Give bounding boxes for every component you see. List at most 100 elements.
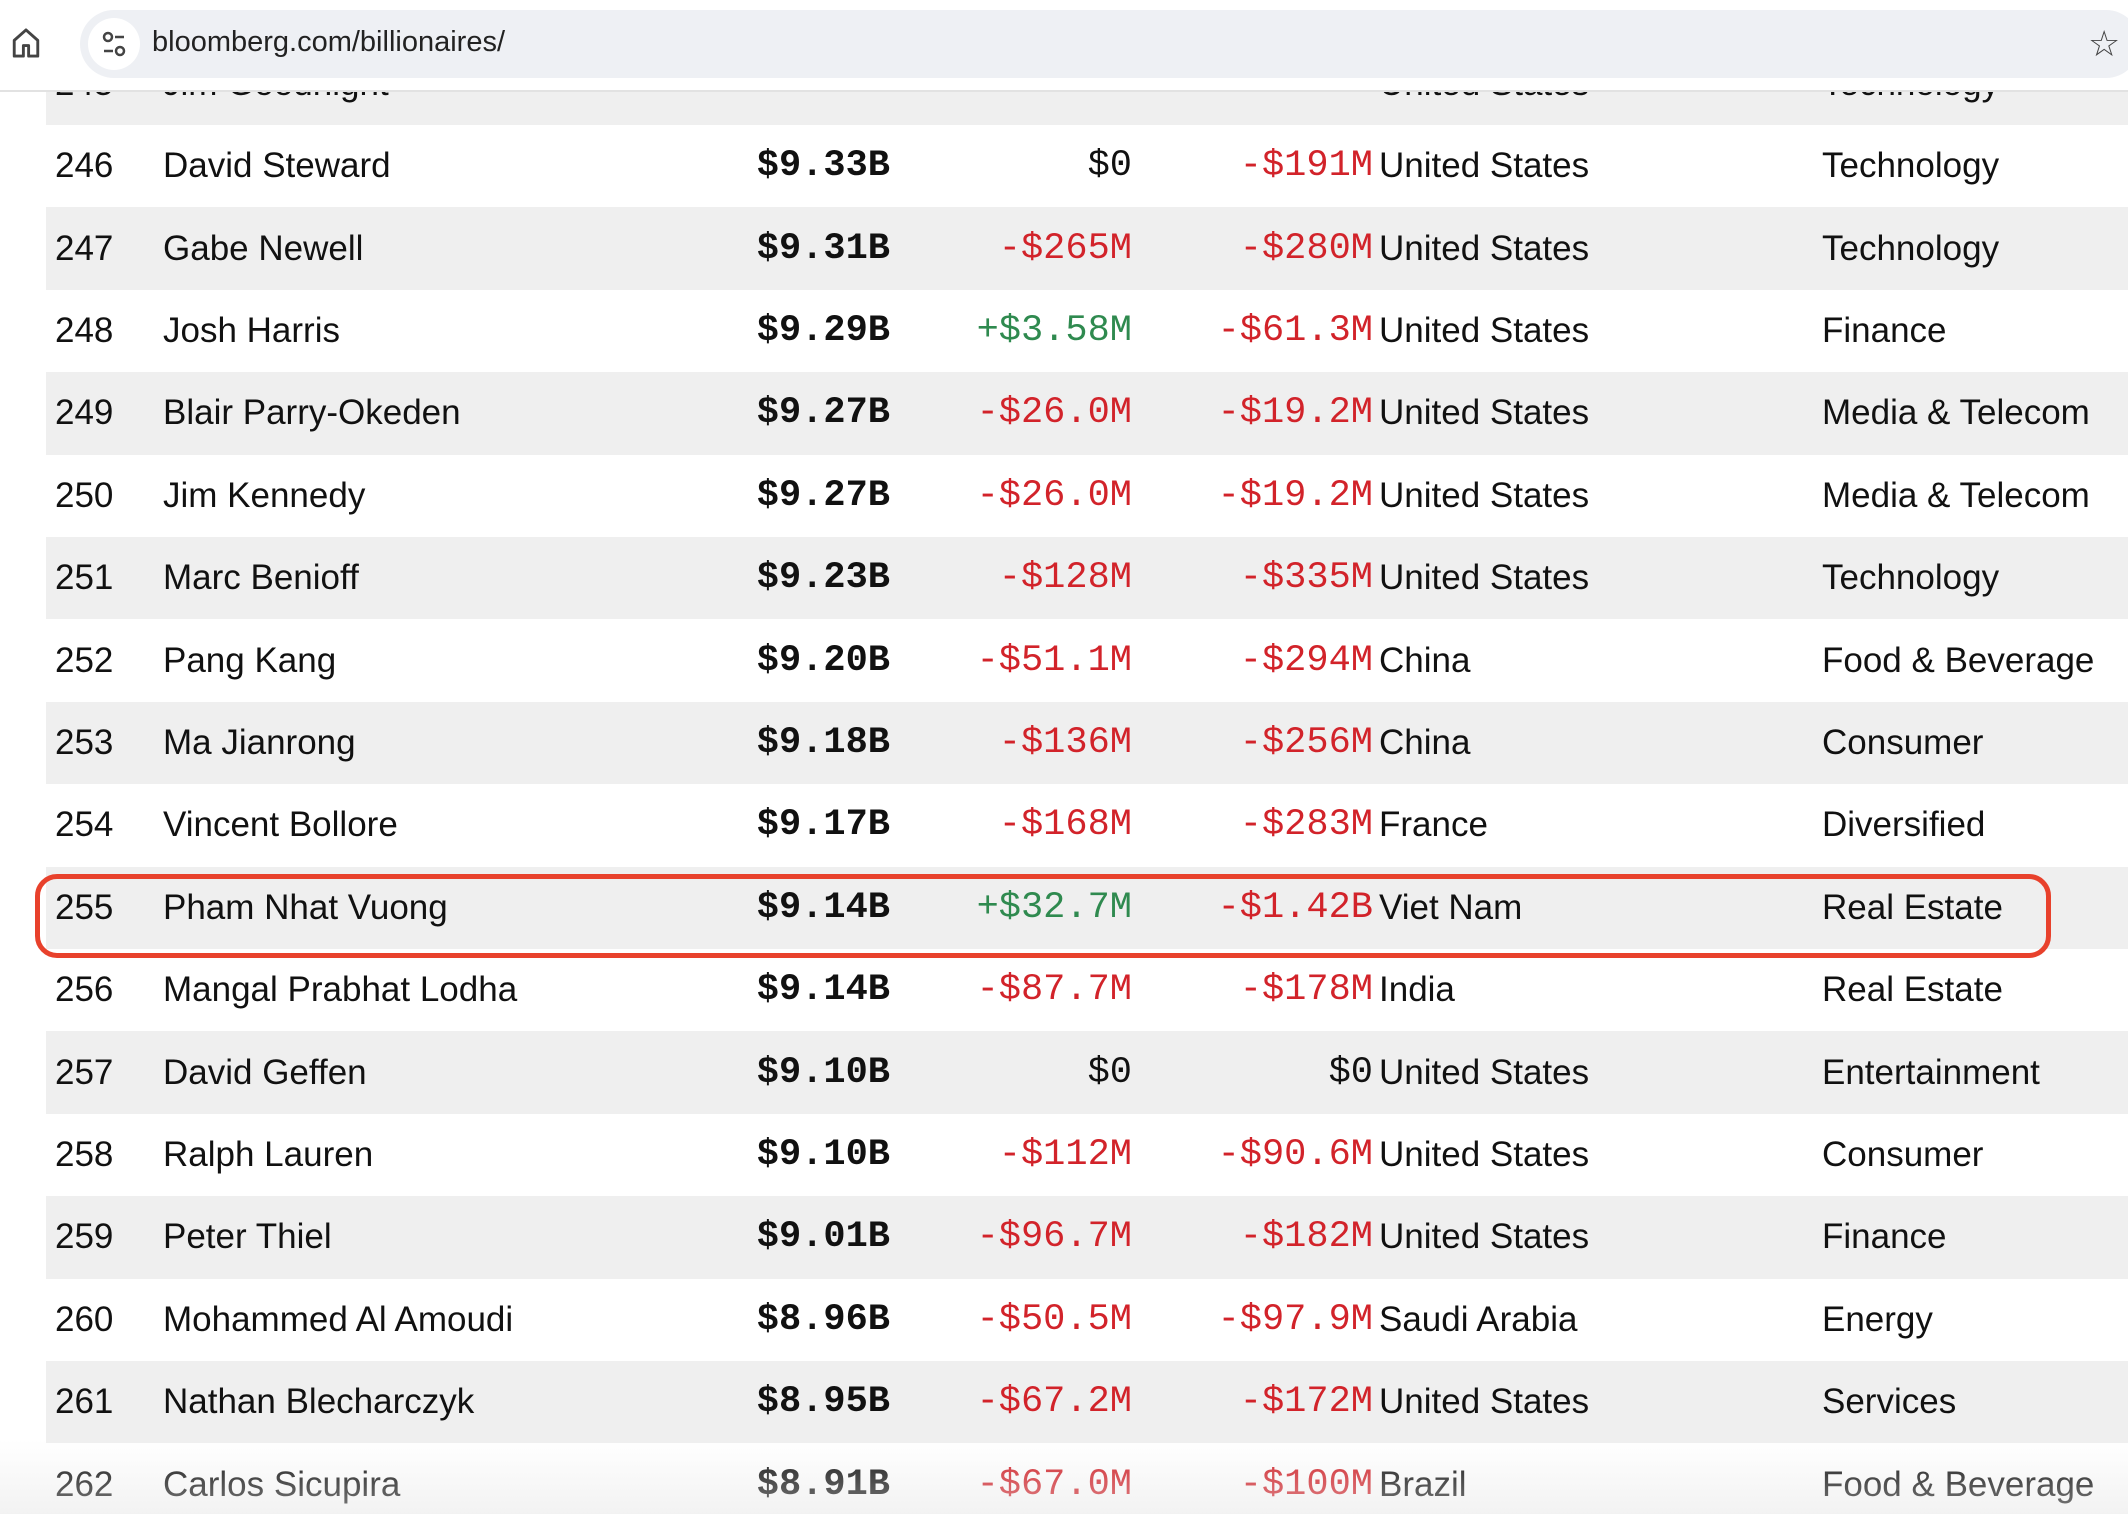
cell-ytd: -$182M [1239,1216,1373,1259]
table-row[interactable]: 248 Josh Harris $9.29B +$3.58M -$61.3M United… [46,290,2128,372]
cell-worth: $9.27B [756,392,890,435]
browser-toolbar: bloomberg.com/billionaires/ ☆ [0,0,2128,92]
cell-industry: Consumer [1822,722,1984,762]
cell-name[interactable]: Ma Jianrong [163,723,356,763]
cell-change: -$67.0M [976,1463,1132,1506]
cell-industry: Media & Telecom [1822,393,2090,433]
table-row[interactable]: 250 Jim Kennedy $9.27B -$26.0M -$19.2M United… [46,455,2128,537]
cell-name[interactable]: Mohammed Al Amoudi [163,1300,513,1340]
cell-country: United States [1379,1217,1590,1257]
cell-change: -$136M [998,721,1132,764]
site-settings-icon[interactable] [88,18,140,70]
table-row[interactable]: 249 Blair Parry-Okeden $9.27B -$26.0M -$19.2… [46,372,2128,455]
table-row[interactable]: 262 Carlos Sicupira $8.91B -$67.0M -$100M Bra… [46,1443,2128,1525]
table-row[interactable]: 260 Mohammed Al Amoudi $8.96B -$50.5M -$97.9… [46,1279,2128,1361]
cell-name[interactable]: Jim Kennedy [163,476,365,516]
cell-country: India [1379,970,1455,1010]
cell-name[interactable]: Mangal Prabhat Lodha [163,970,517,1010]
cell-ytd: $0 [1328,1051,1373,1094]
cell-name[interactable]: Pang Kang [163,641,336,681]
cell-rank: 259 [55,1217,114,1257]
cell-country: United States [1379,146,1590,186]
cell-rank: 253 [55,722,114,762]
cell-change: -$50.5M [976,1298,1132,1341]
cell-worth: $9.01B [756,1216,890,1259]
cell-ytd: -$100M [1239,1463,1373,1506]
cell-worth: $9.27B [756,474,890,517]
cell-worth: $9.17B [756,804,890,847]
cell-rank: 262 [55,1464,114,1504]
cell-rank: 260 [55,1299,114,1339]
cell-country: Saudi Arabia [1379,1299,1578,1339]
cell-name[interactable]: Marc Benioff [163,558,359,598]
cell-change: -$67.2M [976,1381,1132,1424]
cell-rank: 251 [55,558,114,598]
cell-industry: Consumer [1822,1134,1984,1174]
table-row[interactable]: 254 Vincent Bollore $9.17B -$168M -$283M Fran… [46,784,2128,866]
cell-country: United States [1379,475,1590,515]
cell-name[interactable]: David Geffen [163,1053,367,1093]
cell-country: United States [1379,1052,1590,1092]
cell-industry: Food & Beverage [1822,640,2095,680]
table-row[interactable]: 252 Pang Kang $9.20B -$51.1M -$294M China Food… [46,619,2128,701]
cell-name[interactable]: Blair Parry-Okeden [163,393,461,433]
cell-change: -$168M [998,804,1132,847]
cell-name[interactable]: Ralph Lauren [163,1135,373,1175]
cell-name[interactable]: Gabe Newell [163,229,363,269]
cell-industry: Technology [1822,558,2000,598]
cell-change: -$26.0M [976,392,1132,435]
table-row[interactable]: 253 Ma Jianrong $9.18B -$136M -$256M China Con… [46,701,2128,785]
table-row[interactable]: 251 Marc Benioff $9.23B -$128M -$335M United … [46,537,2128,620]
cell-name[interactable]: Carlos Sicupira [163,1465,400,1505]
home-icon[interactable] [10,26,42,60]
cell-rank: 249 [55,393,114,433]
cell-name[interactable]: Peter Thiel [163,1217,332,1257]
cell-ytd: -$61.3M [1217,309,1373,352]
url-text[interactable]: bloomberg.com/billionaires/ [152,26,505,59]
cell-name[interactable]: Nathan Blecharczyk [163,1382,474,1422]
cell-country: United States [1379,393,1590,433]
address-bar[interactable]: bloomberg.com/billionaires/ [80,10,2128,78]
cell-industry: Energy [1822,1299,1933,1339]
cell-rank: 258 [55,1134,114,1174]
cell-industry: Services [1822,1382,1957,1422]
cell-ytd: -$90.6M [1217,1133,1373,1176]
table-row[interactable]: 256 Mangal Prabhat Lodha $9.14B -$87.7M -$17… [46,949,2128,1031]
cell-ytd: -$280M [1239,227,1373,270]
table-row[interactable]: 246 David Steward $9.33B $0 -$191M United Sta… [46,125,2128,207]
table-row[interactable]: 259 Peter Thiel $9.01B -$96.7M -$182M United … [46,1196,2128,1279]
cell-country: China [1379,640,1471,680]
table-row[interactable]: 257 David Geffen $9.10B $0 $0 United States En… [46,1031,2128,1114]
cell-name[interactable]: Vincent Bollore [163,805,398,845]
cell-ytd: -$97.9M [1217,1298,1373,1341]
cell-rank: 246 [55,146,114,186]
cell-country: United States [1379,1382,1590,1422]
cell-industry: Media & Telecom [1822,475,2090,515]
cell-change: -$96.7M [976,1216,1132,1259]
cell-worth: $9.14B [756,969,890,1012]
cell-name[interactable]: David Steward [163,146,391,186]
cell-change: -$87.7M [976,969,1132,1012]
table-row[interactable]: 261 Nathan Blecharczyk $8.95B -$67.2M -$172M… [46,1361,2128,1444]
cell-change: -$265M [998,227,1132,270]
table-row[interactable]: 258 Ralph Lauren $9.10B -$112M -$90.6M United… [46,1114,2128,1196]
cell-worth: $8.91B [756,1463,890,1506]
cell-industry: Entertainment [1822,1052,2040,1092]
cell-name[interactable]: Josh Harris [163,311,340,351]
cell-ytd: -$294M [1239,639,1373,682]
cell-rank: 261 [55,1382,114,1422]
cell-worth: $9.10B [756,1051,890,1094]
cell-ytd: -$191M [1239,145,1373,188]
bookmark-star-icon[interactable]: ☆ [2088,26,2120,62]
cell-country: United States [1379,1134,1590,1174]
cell-ytd: -$172M [1239,1381,1373,1424]
cell-industry: Technology [1822,146,2000,186]
cell-rank: 256 [55,970,114,1010]
cell-industry: Real Estate [1822,970,2003,1010]
cell-rank: 252 [55,640,114,680]
cell-country: United States [1379,310,1590,350]
cell-ytd: -$19.2M [1217,392,1373,435]
cell-change: $0 [1087,1051,1132,1094]
table-row[interactable]: 247 Gabe Newell $9.31B -$265M -$280M United S… [46,207,2128,290]
cell-change: -$128M [998,557,1132,600]
